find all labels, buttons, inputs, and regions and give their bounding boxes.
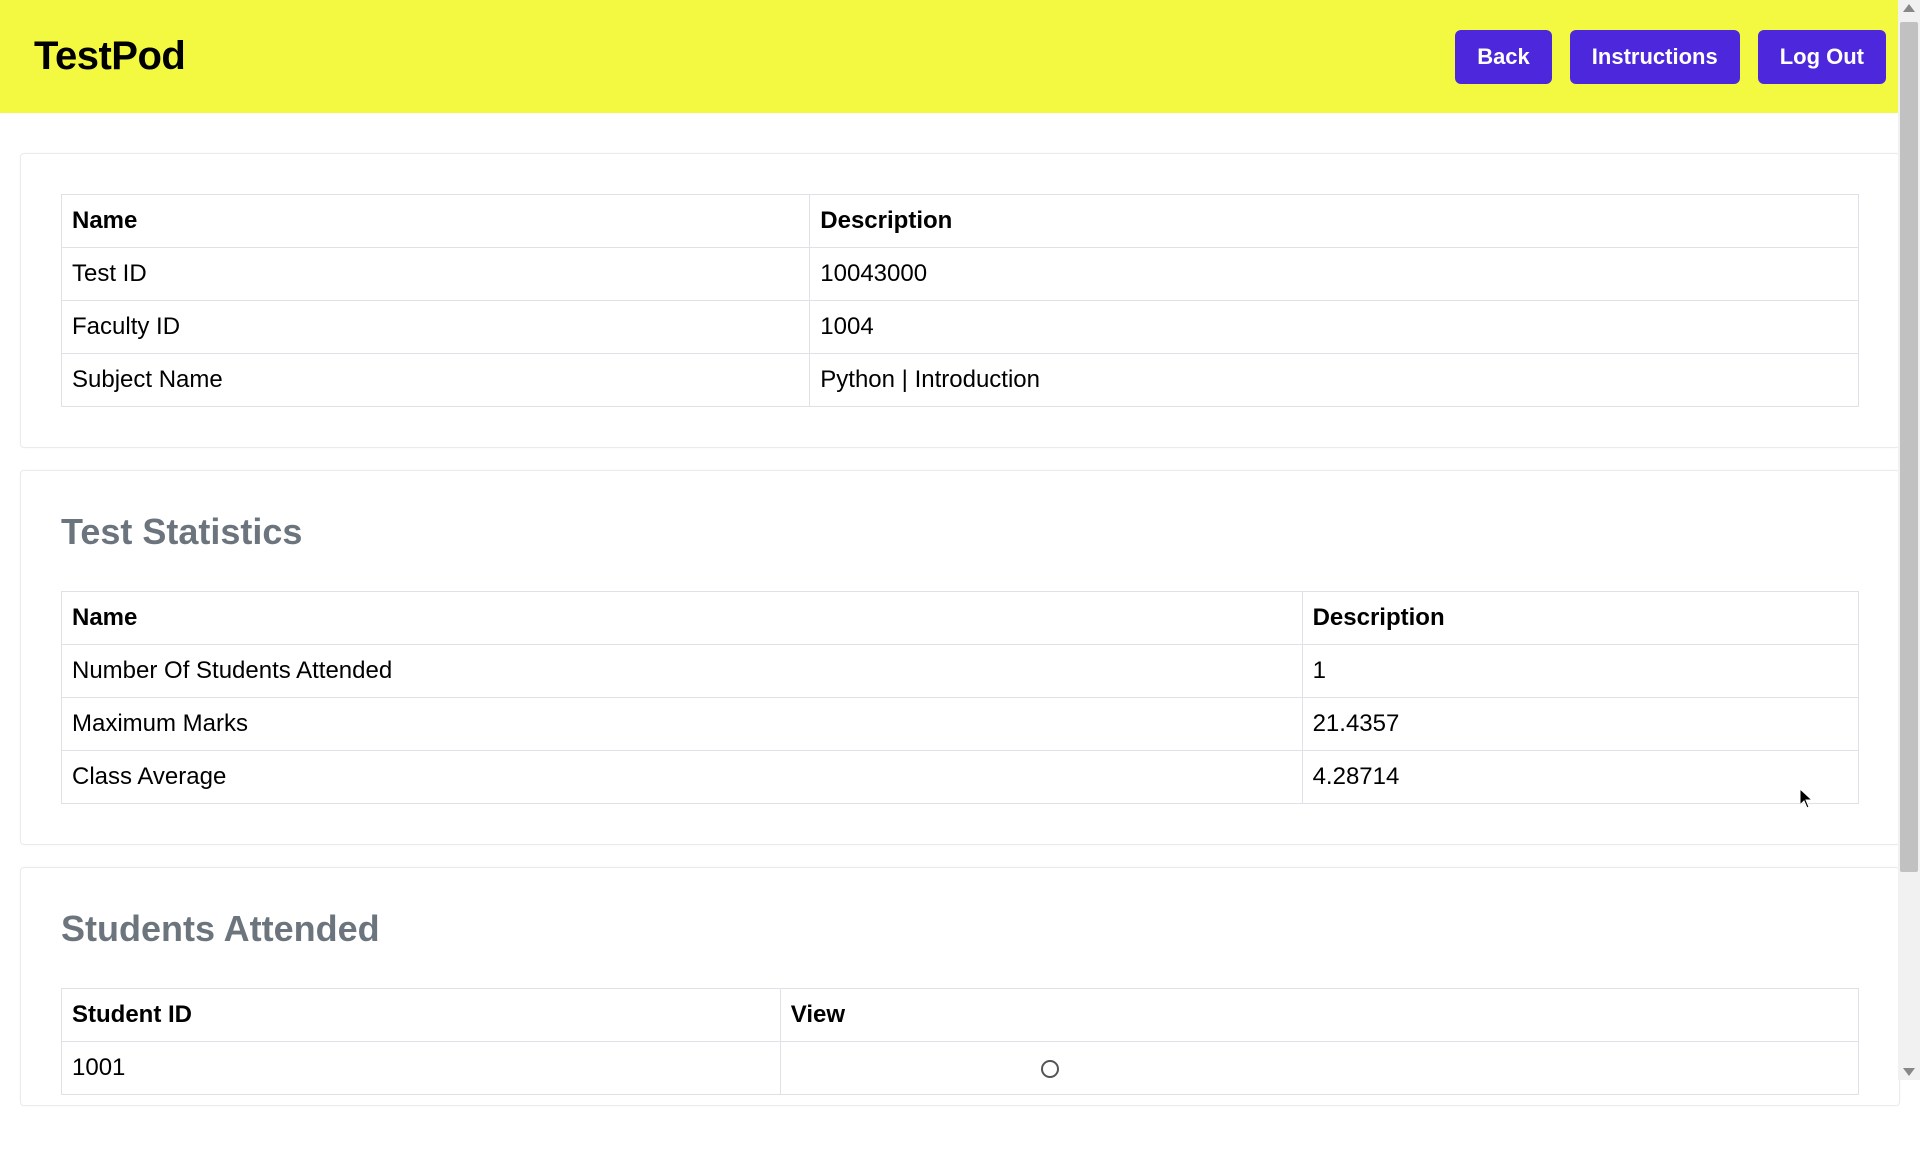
table-row: Test ID 10043000 [62, 248, 1859, 301]
info-header-description: Description [810, 195, 1859, 248]
vertical-scrollbar[interactable] [1898, 0, 1920, 1080]
student-id-cell: 1001 [62, 1042, 781, 1095]
students-header-view: View [780, 989, 1858, 1042]
students-title: Students Attended [61, 908, 1859, 950]
back-button[interactable]: Back [1455, 30, 1552, 84]
students-header-id: Student ID [62, 989, 781, 1042]
app-header: TestPod Back Instructions Log Out [0, 0, 1920, 113]
stats-row-value: 21.4357 [1302, 698, 1858, 751]
scroll-up-icon[interactable] [1903, 4, 1915, 12]
instructions-button[interactable]: Instructions [1570, 30, 1740, 84]
table-row: Faculty ID 1004 [62, 301, 1859, 354]
test-info-card: Name Description Test ID 10043000 Facult… [20, 153, 1900, 448]
info-row-name: Test ID [62, 248, 810, 301]
info-row-value: 10043000 [810, 248, 1859, 301]
student-view-cell [780, 1042, 1858, 1095]
stats-header-name: Name [62, 592, 1303, 645]
table-row: 1001 [62, 1042, 1859, 1095]
table-row: Number Of Students Attended 1 [62, 645, 1859, 698]
info-row-name: Faculty ID [62, 301, 810, 354]
table-row: Maximum Marks 21.4357 [62, 698, 1859, 751]
test-info-table: Name Description Test ID 10043000 Facult… [61, 194, 1859, 407]
info-row-value: 1004 [810, 301, 1859, 354]
info-header-name: Name [62, 195, 810, 248]
info-row-value: Python | Introduction [810, 354, 1859, 407]
statistics-table: Name Description Number Of Students Atte… [61, 591, 1859, 804]
scroll-down-icon[interactable] [1903, 1068, 1915, 1076]
students-table: Student ID View 1001 [61, 988, 1859, 1095]
stats-row-value: 4.28714 [1302, 751, 1858, 804]
stats-row-value: 1 [1302, 645, 1858, 698]
logout-button[interactable]: Log Out [1758, 30, 1886, 84]
view-student-icon[interactable] [1041, 1060, 1059, 1078]
stats-row-name: Class Average [62, 751, 1303, 804]
test-statistics-card: Test Statistics Name Description Number … [20, 470, 1900, 845]
stats-row-name: Maximum Marks [62, 698, 1303, 751]
stats-row-name: Number Of Students Attended [62, 645, 1303, 698]
scroll-thumb[interactable] [1900, 22, 1918, 872]
students-attended-card: Students Attended Student ID View 1001 [20, 867, 1900, 1106]
statistics-title: Test Statistics [61, 511, 1859, 553]
nav-button-group: Back Instructions Log Out [1455, 30, 1886, 84]
table-row: Subject Name Python | Introduction [62, 354, 1859, 407]
stats-header-description: Description [1302, 592, 1858, 645]
main-content: Name Description Test ID 10043000 Facult… [0, 113, 1920, 1168]
brand-logo: TestPod [34, 34, 185, 79]
table-row: Class Average 4.28714 [62, 751, 1859, 804]
info-row-name: Subject Name [62, 354, 810, 407]
